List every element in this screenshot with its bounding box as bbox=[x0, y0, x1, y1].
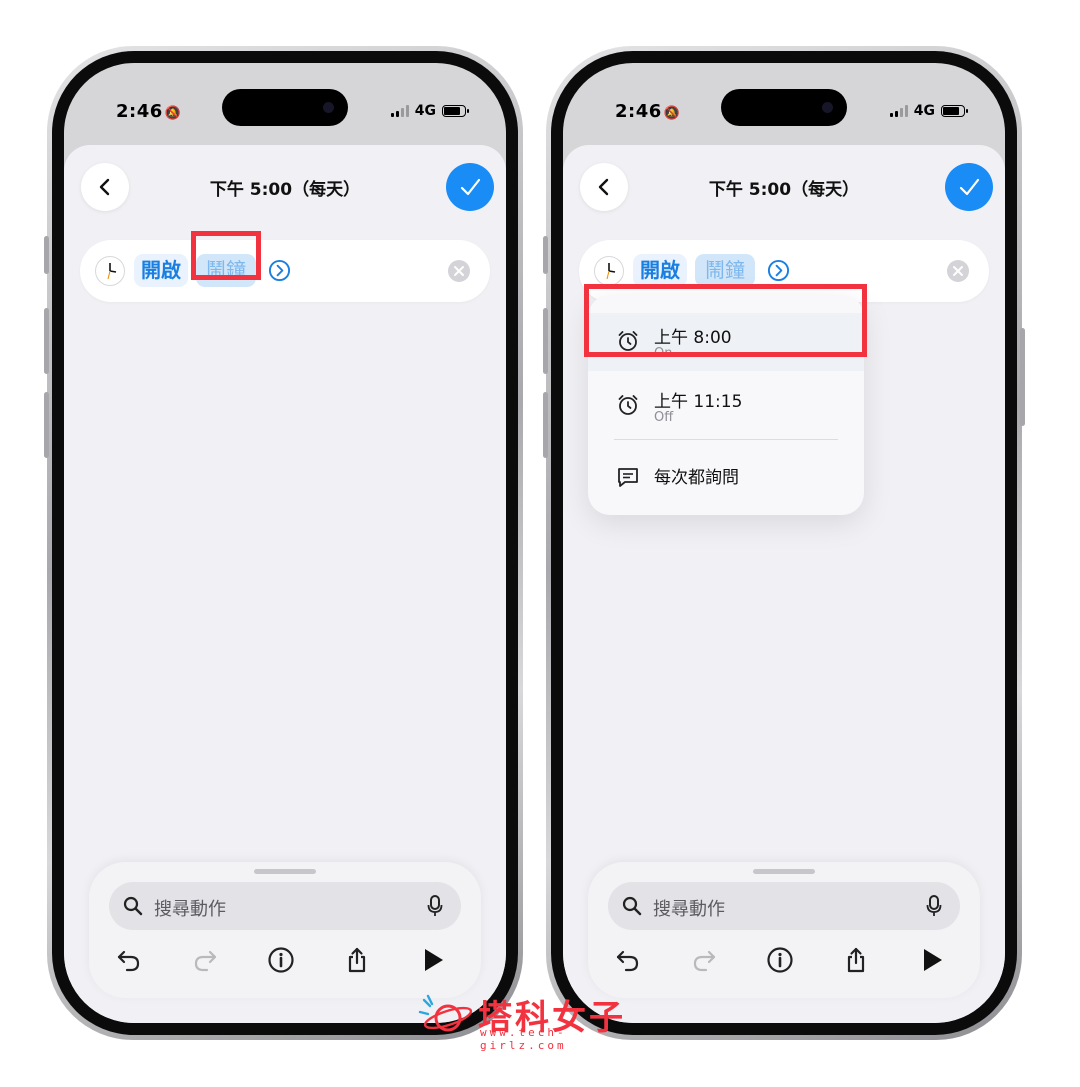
clock-app-icon bbox=[95, 256, 125, 286]
battery-icon bbox=[941, 105, 968, 117]
toolbar bbox=[608, 942, 960, 978]
screen: 2:46 🔕 4G 下午 5:00（每天） 開啟 bbox=[563, 63, 1005, 1023]
alarm-icon bbox=[618, 395, 638, 415]
menu-item-alarm-2[interactable]: 上午 11:15 Off bbox=[588, 377, 864, 435]
alarm-time: 上午 11:15 bbox=[654, 392, 743, 412]
undo-icon[interactable] bbox=[614, 946, 642, 974]
status-indicators: 4G bbox=[889, 103, 968, 119]
phone-left: 2:46 🔕 4G 下午 5:00（每天） 開啟 鬧鐘 搜尋動作 bbox=[44, 46, 523, 1040]
bell-slash-icon: 🔕 bbox=[663, 106, 681, 121]
clock-app-icon bbox=[594, 256, 624, 286]
status-time: 2:46 🔕 bbox=[116, 101, 182, 122]
action-panel: 搜尋動作 bbox=[588, 862, 980, 998]
alarm-parameter-chip[interactable]: 鬧鐘 bbox=[695, 254, 755, 287]
search-icon bbox=[123, 896, 143, 916]
play-icon[interactable] bbox=[419, 946, 447, 974]
search-input[interactable]: 搜尋動作 bbox=[109, 882, 461, 930]
mic-icon[interactable] bbox=[427, 894, 443, 918]
phone-right: 2:46 🔕 4G 下午 5:00（每天） 開啟 鬧鐘 上午 8:00 On 上… bbox=[543, 46, 1025, 1040]
action-panel: 搜尋動作 bbox=[89, 862, 481, 998]
nav-title: 下午 5:00（每天） bbox=[708, 180, 860, 200]
open-verb-chip[interactable]: 開啟 bbox=[134, 254, 188, 287]
highlight-box-alarm-chip bbox=[191, 231, 261, 280]
bell-slash-icon: 🔕 bbox=[164, 106, 182, 121]
shortcut-editor-sheet: 下午 5:00（每天） 開啟 鬧鐘 bbox=[64, 145, 506, 1023]
redo-icon[interactable] bbox=[690, 946, 718, 974]
battery-icon bbox=[442, 105, 469, 117]
menu-item-ask-each-time[interactable]: 每次都詢問 bbox=[654, 463, 739, 488]
action-row[interactable]: 開啟 鬧鐘 bbox=[80, 240, 490, 302]
search-placeholder: 搜尋動作 bbox=[154, 899, 226, 920]
clear-icon[interactable] bbox=[448, 260, 470, 282]
info-icon[interactable] bbox=[766, 946, 794, 974]
info-icon[interactable] bbox=[267, 946, 295, 974]
watermark-url: www.tech-girlz.com bbox=[480, 1026, 567, 1052]
mic-icon[interactable] bbox=[926, 894, 942, 918]
logo-mark-icon bbox=[418, 994, 473, 1032]
screen: 2:46 🔕 4G 下午 5:00（每天） 開啟 bbox=[64, 63, 506, 1023]
search-icon bbox=[622, 896, 642, 916]
signal-icon bbox=[889, 105, 908, 117]
share-icon[interactable] bbox=[343, 946, 371, 974]
done-button[interactable] bbox=[945, 163, 993, 211]
message-icon bbox=[618, 468, 638, 487]
dynamic-island bbox=[222, 89, 348, 126]
play-icon[interactable] bbox=[918, 946, 946, 974]
alarm-state: Off bbox=[654, 410, 674, 425]
watermark-logo: 塔科女子 www.tech-girlz.com bbox=[418, 990, 638, 1052]
checkmark-icon bbox=[959, 178, 980, 196]
share-icon[interactable] bbox=[842, 946, 870, 974]
done-button[interactable] bbox=[446, 163, 494, 211]
shortcut-editor-sheet: 下午 5:00（每天） 開啟 鬧鐘 bbox=[563, 145, 1005, 1023]
redo-icon[interactable] bbox=[191, 946, 219, 974]
search-input[interactable]: 搜尋動作 bbox=[608, 882, 960, 930]
dynamic-island bbox=[721, 89, 847, 126]
search-placeholder: 搜尋動作 bbox=[653, 899, 725, 920]
undo-icon[interactable] bbox=[115, 946, 143, 974]
network-label: 4G bbox=[913, 103, 935, 119]
nav-title: 下午 5:00（每天） bbox=[209, 180, 361, 200]
clear-icon[interactable] bbox=[947, 260, 969, 282]
toolbar bbox=[109, 942, 461, 978]
menu-divider bbox=[614, 439, 838, 440]
grabber[interactable] bbox=[753, 869, 815, 874]
grabber[interactable] bbox=[254, 869, 316, 874]
chevron-right-circle-icon[interactable] bbox=[268, 259, 291, 282]
checkmark-icon bbox=[460, 178, 481, 196]
chevron-right-circle-icon[interactable] bbox=[767, 259, 790, 282]
highlight-box-alarm-option bbox=[584, 284, 867, 357]
status-time: 2:46 🔕 bbox=[615, 101, 681, 122]
network-label: 4G bbox=[414, 103, 436, 119]
status-indicators: 4G bbox=[390, 103, 469, 119]
open-verb-chip[interactable]: 開啟 bbox=[633, 254, 687, 287]
signal-icon bbox=[390, 105, 409, 117]
